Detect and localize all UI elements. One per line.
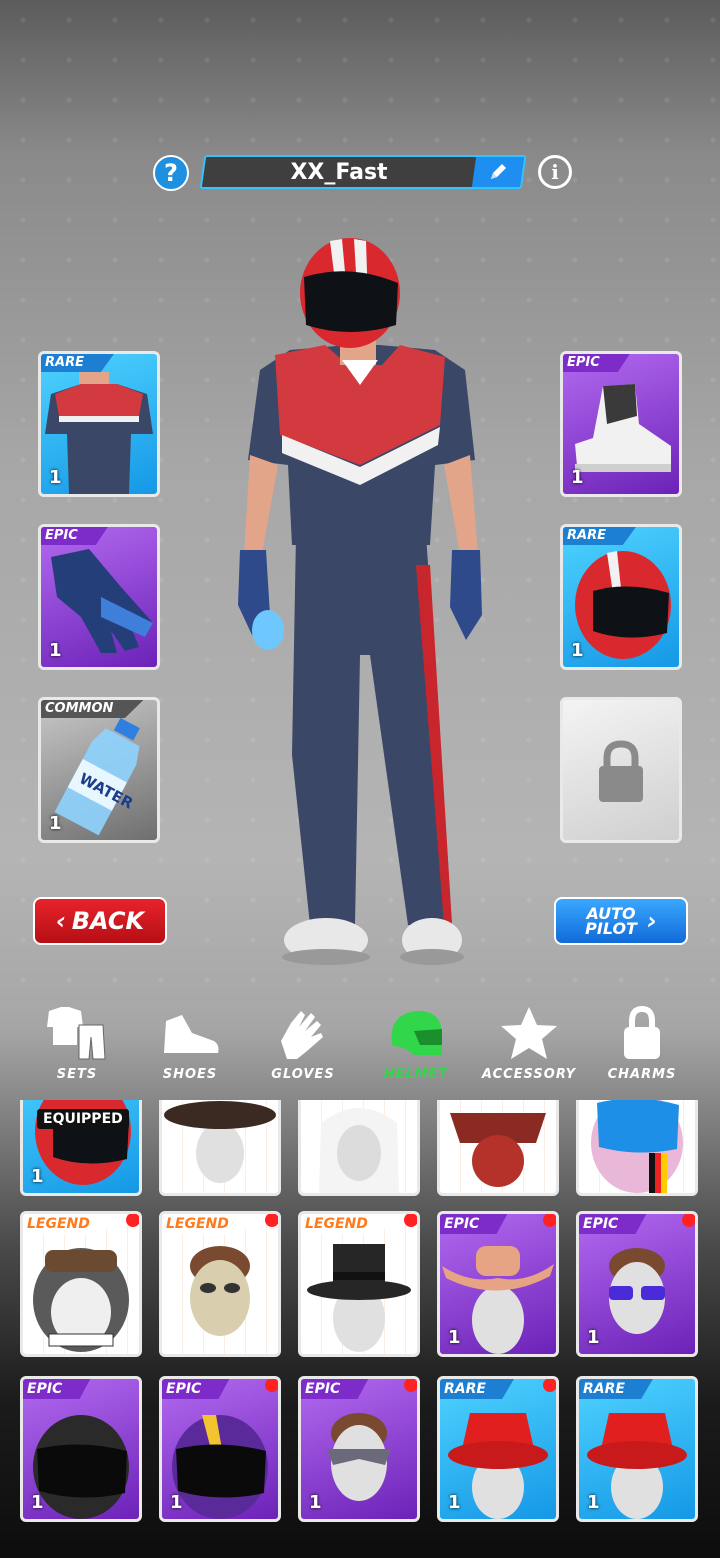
mannequin-black-hat-icon (164, 1101, 276, 1183)
skull-helmet-icon (33, 1248, 129, 1352)
item-count: 1 (49, 640, 62, 661)
new-indicator (265, 1214, 278, 1227)
tab-gloves[interactable]: GLOVES (248, 1005, 358, 1082)
rarity-label: EPIC (301, 1379, 369, 1399)
autopilot-button[interactable]: AUTO PILOT › (554, 897, 688, 945)
new-indicator (404, 1379, 417, 1392)
item-count: 1 (49, 813, 62, 834)
inventory-item[interactable]: LEGEND (20, 1211, 142, 1357)
equipped-glove-slot[interactable]: EPIC 1 (38, 524, 160, 670)
pink-helmet-icon (591, 1100, 683, 1193)
inventory-row: EQUIPPED 1 (0, 1100, 720, 1196)
item-count: 1 (571, 640, 584, 661)
shoe-icon (164, 1015, 219, 1053)
rarity-label: EPIC (23, 1379, 91, 1399)
star-icon (501, 1007, 557, 1059)
inventory-item[interactable]: EPIC 1 (437, 1211, 559, 1357)
chevron-right-icon: › (646, 906, 657, 935)
tab-shoes[interactable]: SHOES (135, 1005, 245, 1082)
rarity-label: LEGEND (162, 1214, 257, 1234)
tab-charms[interactable]: CHARMS (587, 1005, 697, 1082)
inventory-item[interactable] (437, 1100, 559, 1196)
item-count: 1 (448, 1492, 461, 1513)
inventory-item[interactable]: EPIC 1 (298, 1376, 420, 1522)
rarity-label: LEGEND (23, 1214, 118, 1234)
inventory-item[interactable]: LEGEND (298, 1211, 420, 1357)
tab-label: HELMET (383, 1067, 449, 1082)
inventory-item[interactable]: RARE 1 (437, 1376, 559, 1522)
chevron-left-icon: ‹ (55, 907, 66, 935)
item-count: 1 (31, 1166, 44, 1187)
rarity-label: EPIC (579, 1214, 647, 1234)
sets-icon (47, 1007, 106, 1060)
tab-helmet[interactable]: HELMET (361, 1005, 471, 1082)
inventory-item[interactable] (159, 1100, 281, 1196)
new-indicator (543, 1214, 556, 1227)
back-button[interactable]: ‹ BACK (33, 897, 167, 945)
equipped-badge: EQUIPPED (37, 1109, 129, 1129)
autopilot-label-2: PILOT (585, 919, 637, 938)
tab-accessory[interactable]: ACCESSORY (474, 1005, 584, 1082)
equipped-bottle-slot[interactable]: COMMON WATER 1 (38, 697, 160, 843)
question-icon: ? (164, 159, 178, 187)
tab-label: SHOES (162, 1067, 218, 1082)
inventory-item[interactable]: EPIC 1 (20, 1376, 142, 1522)
top-hat-icon (307, 1244, 411, 1352)
glove-icon (281, 1011, 323, 1059)
tab-label: ACCESSORY (481, 1067, 577, 1082)
player-name: XX_Fast (290, 159, 388, 185)
help-button[interactable]: ? (153, 155, 189, 191)
pencil-icon (491, 164, 506, 179)
new-indicator (543, 1379, 556, 1392)
lock-icon (599, 740, 643, 802)
inventory-item[interactable] (576, 1100, 698, 1196)
item-count: 1 (170, 1492, 183, 1513)
tab-label: SETS (56, 1067, 98, 1082)
character-model[interactable] (230, 235, 490, 980)
new-indicator (404, 1214, 417, 1227)
item-count: 1 (571, 467, 584, 488)
item-count: 1 (587, 1492, 600, 1513)
item-count: 1 (587, 1327, 600, 1348)
equipped-suit-slot[interactable]: RARE 1 (38, 351, 160, 497)
inventory-item[interactable]: RARE 1 (576, 1376, 698, 1522)
info-icon: i (551, 160, 559, 184)
rarity-label: EPIC (440, 1214, 508, 1234)
inventory-item[interactable]: EQUIPPED 1 (20, 1100, 142, 1196)
lock-icon (624, 1005, 660, 1059)
locked-slot[interactable] (560, 697, 682, 843)
inventory-item[interactable] (298, 1100, 420, 1196)
new-indicator (126, 1214, 139, 1227)
player-name-field[interactable]: XX_Fast (199, 155, 527, 189)
helmet-icon (391, 1011, 442, 1055)
item-count: 1 (31, 1492, 44, 1513)
equipped-shoe-slot[interactable]: EPIC 1 (560, 351, 682, 497)
inventory-item[interactable]: LEGEND (159, 1211, 281, 1357)
item-count: 1 (309, 1492, 322, 1513)
new-indicator (682, 1214, 695, 1227)
item-count: 1 (49, 467, 62, 488)
info-button[interactable]: i (538, 155, 572, 189)
edit-name-button[interactable] (471, 157, 525, 187)
back-label: BACK (71, 907, 145, 935)
tab-sets[interactable]: SETS (22, 1005, 132, 1082)
rarity-label: RARE (579, 1379, 653, 1399)
tab-label: GLOVES (271, 1067, 335, 1082)
rarity-label: EPIC (162, 1379, 230, 1399)
item-count: 1 (448, 1327, 461, 1348)
rarity-label: LEGEND (301, 1214, 396, 1234)
hockey-mask-icon (190, 1246, 250, 1336)
inventory-item[interactable]: EPIC 1 (159, 1376, 281, 1522)
samurai-mask-icon (450, 1113, 546, 1187)
inventory-item[interactable]: EPIC 1 (576, 1211, 698, 1357)
tab-label: CHARMS (607, 1067, 677, 1082)
mannequin-hood-icon (319, 1108, 399, 1193)
rarity-label: RARE (440, 1379, 514, 1399)
new-indicator (265, 1379, 278, 1392)
equipped-helmet-slot[interactable]: RARE 1 (560, 524, 682, 670)
